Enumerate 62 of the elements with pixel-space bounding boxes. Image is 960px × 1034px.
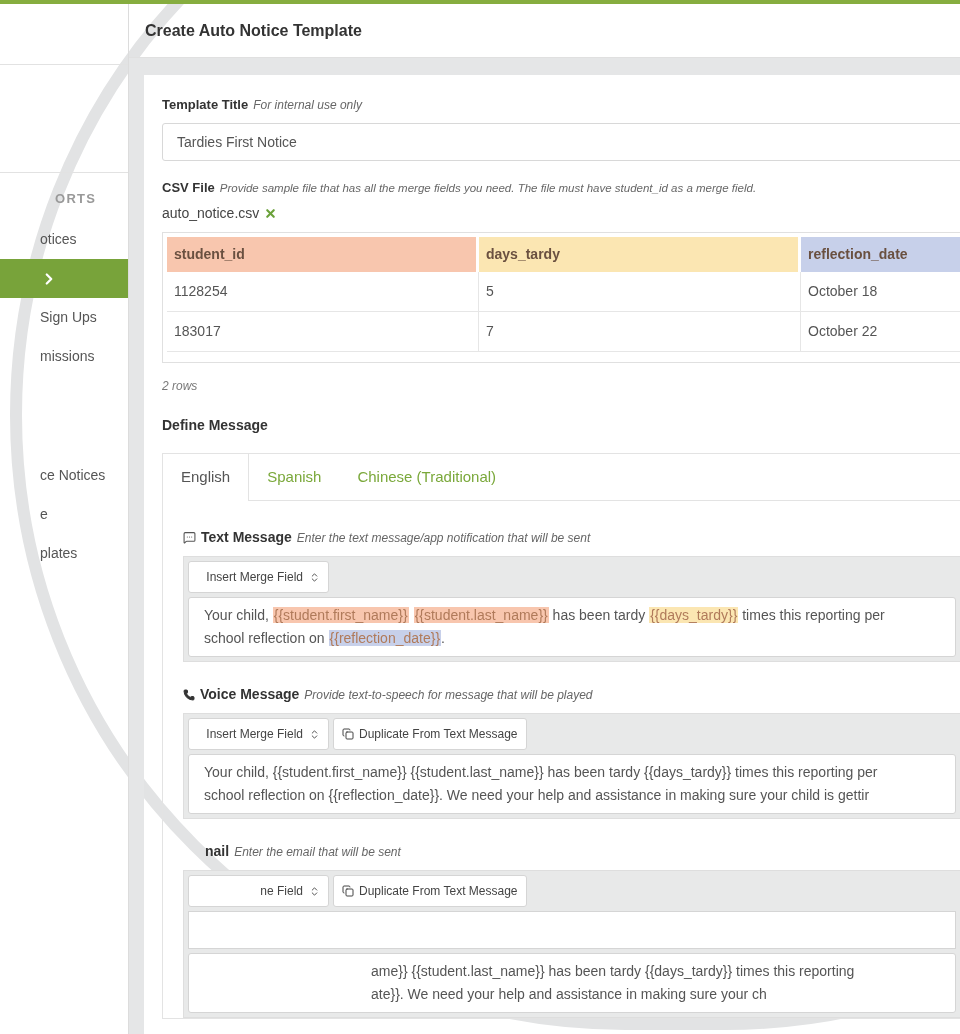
merge-field-tag: {{reflection_date}} xyxy=(328,630,442,646)
sidebar-item[interactable]: otices xyxy=(0,220,128,259)
table-cell: 5 xyxy=(479,272,801,312)
message-text: ate}}. We need your help and assistance in making sure your ch xyxy=(371,986,767,1002)
language-tab[interactable]: English xyxy=(163,454,250,501)
merge-field-tag: {{student.last_name}} xyxy=(413,607,549,623)
subject-field[interactable] xyxy=(188,911,956,949)
duplicate-button[interactable]: Duplicate From Text Message xyxy=(333,875,527,907)
message-field[interactable]: ame}} {{student.last_name}} has been tardy {{days_tardy}} times this reporting ate}}. We need your help and assistance in making sure your ch xyxy=(188,953,956,1013)
insert-merge-field-select[interactable]: Insert Merge Field xyxy=(188,561,329,593)
sidebar-item[interactable]: plates xyxy=(0,534,128,573)
message-text: has been tardy xyxy=(551,607,647,623)
sort-caret-icon xyxy=(309,728,320,740)
section-hint: Enter the email that will be sent xyxy=(234,843,401,861)
row-count: 2 rows xyxy=(162,378,199,395)
column-header: days_tardy xyxy=(479,237,798,272)
file-name: auto_notice.csv xyxy=(162,204,260,223)
field-hint: Provide sample file that has all the merge fields you need. The file must have student_id as a merge field. xyxy=(219,180,757,196)
template-title-field[interactable]: Tardies First Notice xyxy=(162,122,960,161)
sidebar-item[interactable]: missions xyxy=(0,337,128,376)
phone-icon xyxy=(183,688,195,701)
remove-icon[interactable] xyxy=(264,207,278,220)
table-cell: 183017 xyxy=(167,312,479,352)
sort-caret-icon xyxy=(309,885,320,897)
message-text: ame}} {{student.last_name}} has been tardy {{days_tardy}} times this reporting xyxy=(371,963,855,979)
message-field[interactable]: Your child, {{student.first_name}} {{student.last_name}} has been tardy {{days_tardy}} times this reporting per school reflection on {{reflection_date}}. xyxy=(188,597,956,657)
field-label: Template Title xyxy=(162,96,249,114)
sidebar-item[interactable]: Sign Ups xyxy=(0,298,128,337)
chat-bubble-icon xyxy=(183,531,196,544)
merge-field-tag: {{days_tardy}} xyxy=(649,607,739,623)
message-text: . xyxy=(441,630,445,646)
copy-icon xyxy=(342,728,354,740)
duplicate-button[interactable]: Duplicate From Text Message xyxy=(333,718,527,750)
section-hint: Provide text-to-speech for message that will be played xyxy=(304,686,593,704)
sort-caret-icon xyxy=(309,571,320,583)
section-title: Text Message xyxy=(201,528,292,547)
table-cell: October 22 xyxy=(801,312,960,352)
sidebar-item[interactable]: ce Notices xyxy=(0,456,128,495)
column-header: student_id xyxy=(167,237,476,272)
insert-merge-field-select[interactable]: ne Field xyxy=(188,875,329,907)
table-cell: 7 xyxy=(479,312,801,352)
section-hint: Enter the text message/app notification that will be sent xyxy=(296,529,591,547)
message-text: school reflection on xyxy=(204,630,326,646)
section-title: nail xyxy=(205,842,230,861)
sidebar-item[interactable]: e xyxy=(0,495,128,534)
merge-field-tag: {{student.first_name}} xyxy=(272,607,409,623)
insert-merge-field-select[interactable]: Insert Merge Field xyxy=(188,718,329,750)
table-cell: October 18 xyxy=(801,272,960,312)
message-text: Your child, xyxy=(204,607,270,623)
message-text: Your child, {{student.first_name}} {{student.last_name}} has been tardy {{days_tardy}} times this reporting per xyxy=(204,764,878,780)
message-text: school reflection on {{reflection_date}}. We need your help and assistance in making sure your child is gettir xyxy=(204,787,870,803)
page-title: Create Auto Notice Template xyxy=(145,20,362,41)
field-hint: For internal use only xyxy=(253,97,362,114)
message-text: times this reporting per xyxy=(741,607,885,623)
copy-icon xyxy=(342,885,354,897)
section-label: Define Message xyxy=(162,416,269,435)
sidebar-section-header: ORTS xyxy=(55,190,97,209)
table-cell: 1128254 xyxy=(167,272,479,312)
column-header: reflection_date xyxy=(801,237,960,272)
section-title: Voice Message xyxy=(200,685,300,704)
message-field[interactable] xyxy=(188,754,956,814)
field-label: CSV File xyxy=(162,178,215,197)
